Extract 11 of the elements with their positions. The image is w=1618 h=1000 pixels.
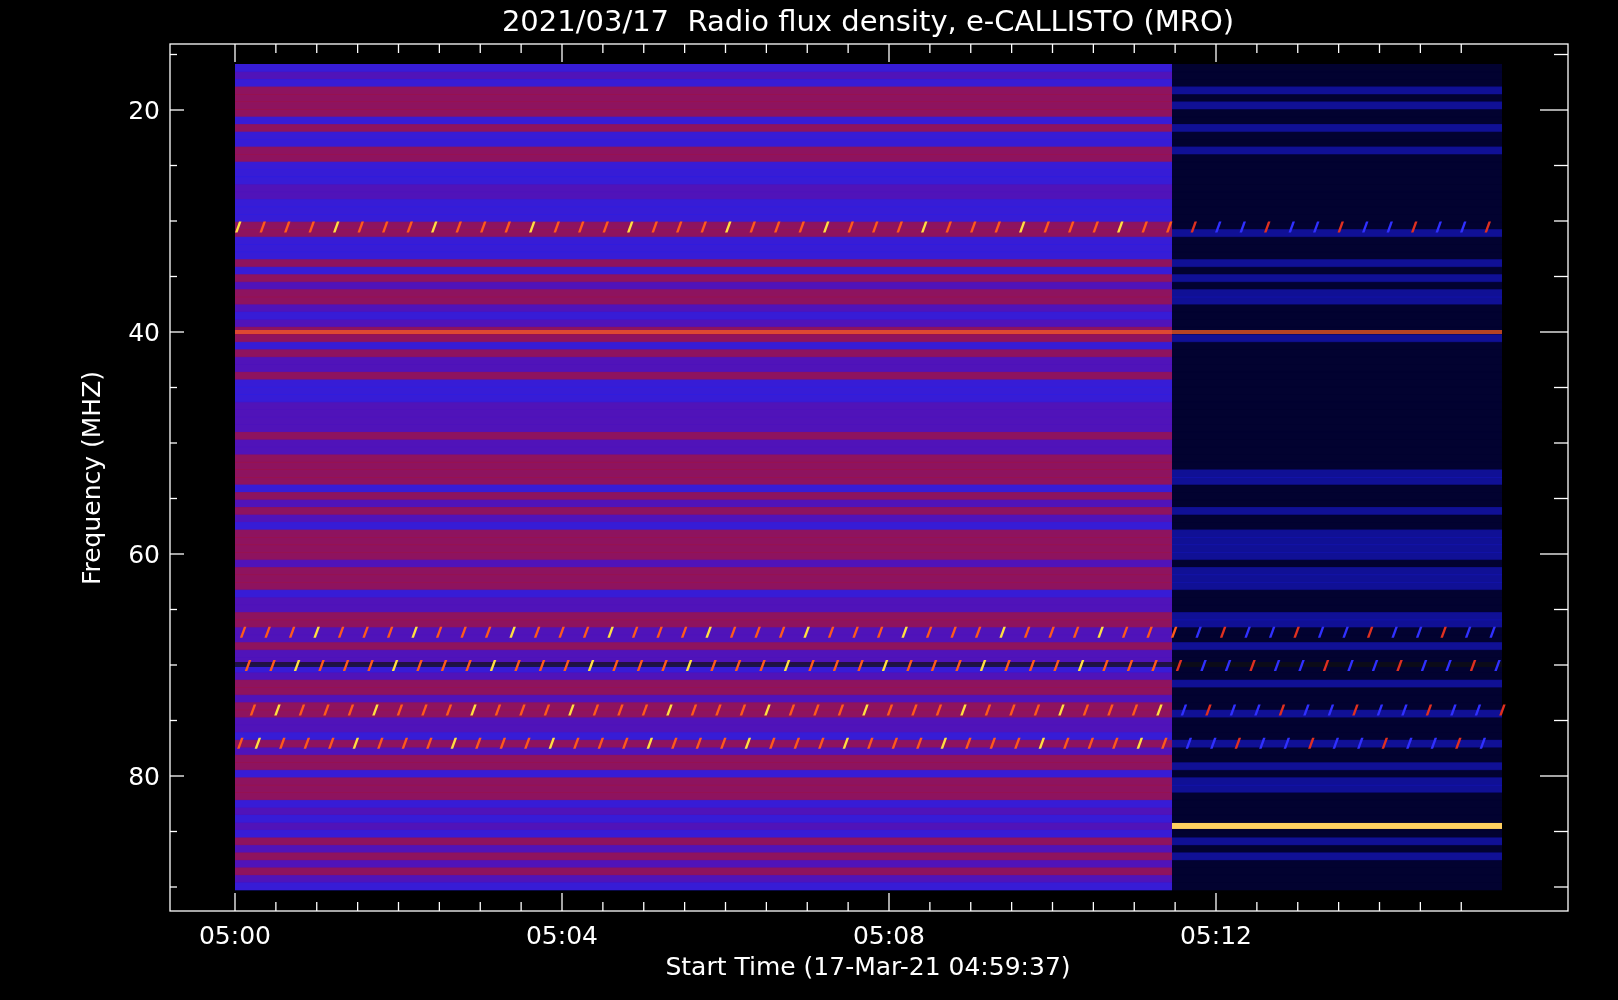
y-tick-label: 80 [128, 762, 160, 791]
y-tick-label: 20 [128, 96, 160, 125]
x-axis-label: Start Time (17-Mar-21 04:59:37) [665, 952, 1071, 981]
x-tick-label: 05:08 [853, 921, 925, 950]
y-tick-label: 60 [128, 540, 160, 569]
chart-title: 2021/03/17 Radio flux density, e-CALLISTO (MRO) [501, 4, 1235, 38]
x-tick-label: 05:00 [199, 921, 271, 950]
y-tick-label: 40 [128, 318, 160, 347]
y-axis-label: Frequency (MHZ) [77, 370, 106, 586]
x-tick-label: 05:12 [1180, 921, 1252, 950]
x-tick-label: 05:04 [526, 921, 598, 950]
